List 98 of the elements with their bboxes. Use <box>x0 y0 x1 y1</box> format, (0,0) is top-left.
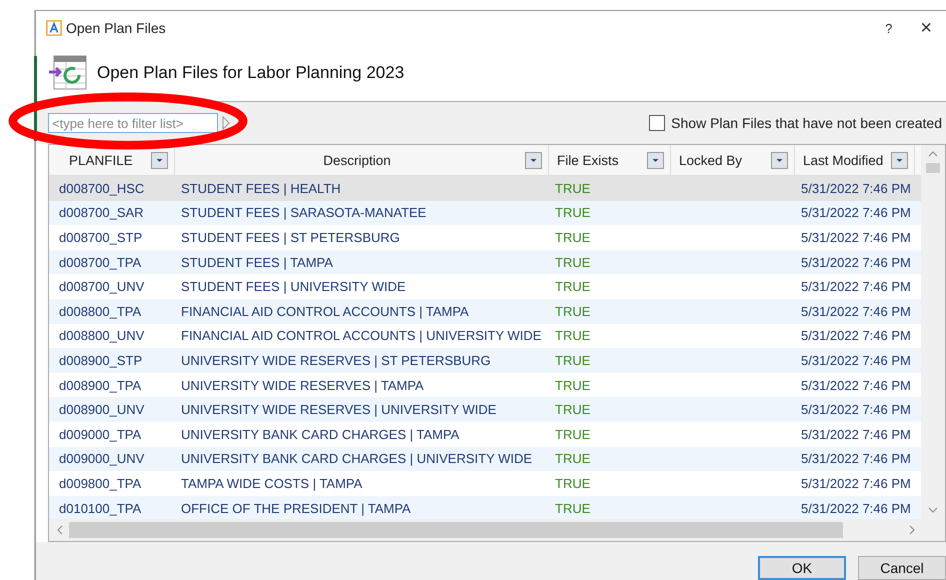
scroll-thumb[interactable] <box>69 522 843 538</box>
table-cell-text: 5/31/2022 7:46 PM <box>800 328 912 344</box>
table-cell-text: d009800_TPA <box>58 476 142 491</box>
table-cell-text: UNIVERSITY WIDE RESERVES | UNIVERSITY WIDE <box>180 402 498 418</box>
column-header[interactable]: File Exists <box>549 145 671 175</box>
table-cell-text: TRUE <box>554 328 592 344</box>
table-cell-text: d009000_TPA <box>58 426 142 442</box>
window-title: Open Plan Files <box>66 20 166 36</box>
table-cell-text: d010100_TPA <box>58 500 142 516</box>
table-row[interactable]: d008700_HSC STUDENT FEES | HEALTH TRUE 5/31/2022 7:46 PM <box>49 176 921 201</box>
table-cell-text: 5/31/2022 7:46 PM <box>800 352 912 368</box>
table-row[interactable]: d008700_SAR STUDENT FEES | SARASOTA-MANATEE TRUE 5/31/2022 7:46 PM <box>49 200 921 226</box>
table-cell-text: d008700_TPA <box>58 254 142 270</box>
table-cell-text: TRUE <box>554 180 592 196</box>
table-cell-text: TRUE <box>554 451 592 466</box>
table-cell-text: TAMPA WIDE COSTS | TAMPA <box>180 476 364 491</box>
dropdown-icon[interactable] <box>647 152 664 168</box>
table-cell-text: STUDENT FEES | TAMPA <box>180 254 334 270</box>
table-cell-text: 5/31/2022 7:46 PM <box>800 304 912 319</box>
table-cell-text: TRUE <box>554 230 592 245</box>
dialog-button[interactable]: OK <box>758 556 846 580</box>
table-row[interactable]: d008700_STP STUDENT FEES | ST PETERSBURG TRUE 5/31/2022 7:46 PM <box>49 225 921 250</box>
checkbox-label: Show Plan Files that have not been created <box>671 115 942 131</box>
table-cell-text: FINANCIAL AID CONTROL ACCOUNTS | TAMPA <box>180 304 470 319</box>
table-row[interactable]: d008700_TPA STUDENT FEES | TAMPA TRUE 5/31/2022 7:46 PM <box>49 250 921 274</box>
table-row[interactable]: d009000_UNV UNIVERSITY BANK CARD CHARGES | UNIVERSITY WIDE TRUE 5/31/2022 7:46 PM <box>49 446 921 472</box>
scroll-up-icon[interactable] <box>928 151 938 157</box>
table-cell-text: 5/31/2022 7:46 PM <box>800 205 912 220</box>
filter-field[interactable]: <type here to filter list> <box>48 113 218 133</box>
table-row[interactable]: d008900_UNV UNIVERSITY WIDE RESERVES | UNIVERSITY WIDE TRUE 5/31/2022 7:46 PM <box>49 397 921 422</box>
table-cell-text: d008700_UNV <box>58 279 146 294</box>
table-cell-text: UNIVERSITY BANK CARD CHARGES | TAMPA <box>180 426 460 442</box>
table-cell-text: TRUE <box>554 304 592 319</box>
column-header[interactable]: Locked By <box>671 145 795 175</box>
table-row[interactable]: d008900_TPA UNIVERSITY WIDE RESERVES | TAMPA TRUE 5/31/2022 7:46 PM <box>49 372 921 398</box>
table-row[interactable]: d009800_TPA TAMPA WIDE COSTS | TAMPA TRUE 5/31/2022 7:46 PM <box>49 471 921 496</box>
table-cell-text: d009000_UNV <box>58 451 146 466</box>
table-cell-text: UNIVERSITY WIDE RESERVES | ST PETERSBURG <box>180 352 492 368</box>
table-row[interactable]: d010100_TPA OFFICE OF THE PRESIDENT | TAMPA TRUE 5/31/2022 7:46 PM <box>49 496 921 519</box>
table-cell-text: TRUE <box>554 352 592 368</box>
dropdown-icon[interactable] <box>771 152 788 168</box>
table-cell-text: TRUE <box>554 500 592 516</box>
table-cell-text: TRUE <box>554 205 592 220</box>
table-cell-text: 5/31/2022 7:46 PM <box>800 500 912 516</box>
table-cell-text: 5/31/2022 7:46 PM <box>800 230 912 245</box>
table-cell-text: TRUE <box>554 279 592 294</box>
table-cell-text: FINANCIAL AID CONTROL ACCOUNTS | UNIVERSITY WIDE <box>180 328 542 344</box>
table-cell-text: STUDENT FEES | UNIVERSITY WIDE <box>180 279 407 294</box>
table-cell-text: d008800_UNV <box>58 328 146 344</box>
table-cell-text: UNIVERSITY BANK CARD CHARGES | UNIVERSITY WIDE <box>180 451 534 466</box>
scroll-thumb[interactable] <box>926 163 940 173</box>
table-cell-text: d008900_TPA <box>58 378 142 393</box>
scroll-right-icon[interactable] <box>909 525 915 535</box>
table-row[interactable]: d008800_TPA FINANCIAL AID CONTROL ACCOUNTS | TAMPA TRUE 5/31/2022 7:46 PM <box>49 298 921 324</box>
dropdown-icon[interactable] <box>891 152 908 168</box>
checkbox[interactable] <box>649 115 666 131</box>
table-cell-text: d008800_TPA <box>58 304 142 319</box>
dialog-heading: Open Plan Files for Labor Planning 2023 <box>97 63 404 83</box>
table-cell-text: 5/31/2022 7:46 PM <box>800 426 912 442</box>
dialog-button[interactable]: Cancel <box>858 556 946 580</box>
table-row[interactable]: d009000_TPA UNIVERSITY BANK CARD CHARGES | TAMPA TRUE 5/31/2022 7:46 PM <box>49 422 921 447</box>
table-cell-text: 5/31/2022 7:46 PM <box>800 476 912 491</box>
table-cell-text: d008900_UNV <box>58 402 146 418</box>
table-cell-text: TRUE <box>554 426 592 442</box>
table-cell-text: 5/31/2022 7:46 PM <box>800 254 912 270</box>
table-cell-text: d008900_STP <box>58 352 144 368</box>
table-row[interactable]: d008800_UNV FINANCIAL AID CONTROL ACCOUNTS | UNIVERSITY WIDE TRUE 5/31/2022 7:46 PM <box>49 324 921 348</box>
table-cell-text: d008700_HSC <box>58 180 146 196</box>
table-cell-text: 5/31/2022 7:46 PM <box>800 451 912 466</box>
table-cell-text: STUDENT FEES | ST PETERSBURG <box>180 230 401 245</box>
table-cell-text: STUDENT FEES | SARASOTA-MANATEE <box>180 205 428 220</box>
table-cell-text: UNIVERSITY WIDE RESERVES | TAMPA <box>180 378 425 393</box>
table-cell-text: d008700_SAR <box>58 205 145 220</box>
table-row[interactable]: d008700_UNV STUDENT FEES | UNIVERSITY WIDE TRUE 5/31/2022 7:46 PM <box>49 274 921 299</box>
column-header[interactable]: Last Modified <box>795 145 915 175</box>
close-button[interactable]: × <box>906 13 946 43</box>
table-cell-text: 5/31/2022 7:46 PM <box>800 180 912 196</box>
table-cell-text: 5/31/2022 7:46 PM <box>800 279 912 294</box>
column-header[interactable]: PLANFILE <box>49 145 175 175</box>
table-cell-text: TRUE <box>554 402 592 418</box>
table-cell-text: 5/31/2022 7:46 PM <box>800 378 912 393</box>
spreadsheet-refresh-icon <box>48 55 88 91</box>
letter-a-icon <box>46 20 62 36</box>
help-button[interactable]: ? <box>871 13 906 43</box>
scroll-down-icon[interactable] <box>928 507 938 513</box>
table-cell-text: 5/31/2022 7:46 PM <box>800 402 912 418</box>
table-row[interactable]: d008900_STP UNIVERSITY WIDE RESERVES | ST PETERSBURG TRUE 5/31/2022 7:46 PM <box>49 348 921 373</box>
dropdown-icon[interactable] <box>525 152 542 168</box>
column-header[interactable]: Description <box>175 145 549 175</box>
table-cell-text: TRUE <box>554 254 592 270</box>
table-cell-text: TRUE <box>554 476 592 491</box>
table-cell-text: TRUE <box>554 378 592 393</box>
scroll-left-icon[interactable] <box>57 525 63 535</box>
table-cell-text: OFFICE OF THE PRESIDENT | TAMPA <box>180 500 412 516</box>
table-cell-text: d008700_STP <box>58 230 144 245</box>
table-cell-text: STUDENT FEES | HEALTH <box>180 180 342 196</box>
dropdown-icon[interactable] <box>151 152 168 168</box>
triangle-icon <box>222 116 230 130</box>
